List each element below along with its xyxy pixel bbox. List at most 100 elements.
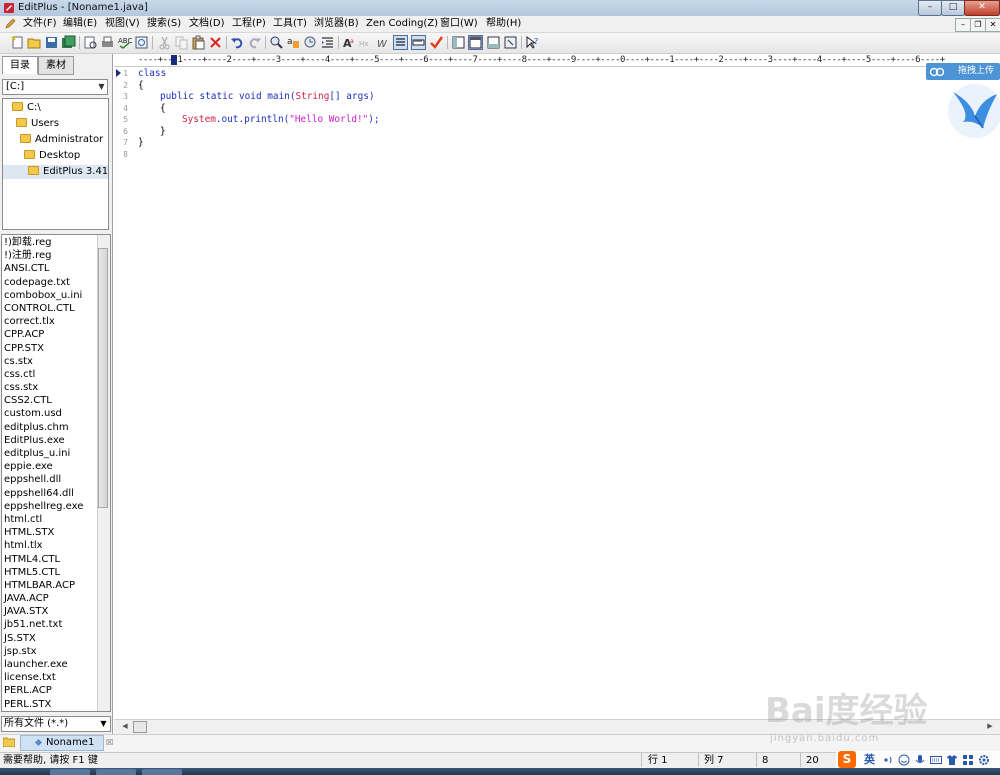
- menu-tools[interactable]: 工具(T): [273, 17, 307, 31]
- file-list-item[interactable]: PERL.ACP: [2, 684, 110, 697]
- menu-view[interactable]: 视图(V): [105, 17, 140, 31]
- code-line-1[interactable]: class: [138, 68, 166, 80]
- title-bar[interactable]: [0, 0, 1000, 17]
- file-list-item[interactable]: editplus.chm: [2, 421, 110, 434]
- mdi-minimize-button[interactable]: –: [955, 18, 971, 32]
- tree-folder-administrator[interactable]: Administrator: [3, 133, 108, 147]
- file-list-item[interactable]: css.stx: [2, 381, 110, 394]
- maximize-button[interactable]: □: [941, 0, 965, 16]
- menu-file[interactable]: 文件(F): [23, 17, 57, 31]
- tab-cliptext[interactable]: 素材: [38, 56, 74, 75]
- menu-edit[interactable]: 编辑(E): [63, 17, 97, 31]
- file-list-item[interactable]: jsp.stx: [2, 645, 110, 658]
- chevron-down-icon[interactable]: ▼: [96, 80, 107, 94]
- taskbar-app[interactable]: [142, 769, 182, 775]
- folder-icon[interactable]: [3, 737, 15, 747]
- code-line-2[interactable]: {: [138, 80, 144, 92]
- menu-help[interactable]: 帮助(H): [486, 17, 521, 31]
- file-list-item[interactable]: JS.STX: [2, 632, 110, 645]
- taskbar-app[interactable]: [96, 769, 136, 775]
- file-list-item[interactable]: HTML4.CTL: [2, 553, 110, 566]
- file-list-item[interactable]: CPP.ACP: [2, 328, 110, 341]
- code-line-7[interactable]: }: [138, 137, 144, 149]
- file-list-item[interactable]: HTML5.CTL: [2, 566, 110, 579]
- editplus-app-icon[interactable]: [3, 2, 15, 14]
- taskbar-app[interactable]: [50, 769, 90, 775]
- output-icon[interactable]: [486, 35, 501, 50]
- file-list-item[interactable]: correct.tlx: [2, 315, 110, 328]
- file-list-item[interactable]: PERL.STX: [2, 698, 110, 711]
- punctuation-icon[interactable]: [882, 754, 894, 766]
- mdi-close-button[interactable]: ✕: [985, 18, 1000, 32]
- code-line-5[interactable]: System.out.println("Hello World!");: [182, 114, 380, 126]
- file-list-item[interactable]: launcher.exe: [2, 658, 110, 671]
- file-list-item[interactable]: JAVA.ACP: [2, 592, 110, 605]
- check-icon[interactable]: [429, 35, 444, 50]
- save-all-icon[interactable]: [61, 35, 76, 50]
- file-list-item[interactable]: eppshellreg.exe: [2, 500, 110, 513]
- skin-icon[interactable]: [946, 754, 958, 766]
- file-list-item[interactable]: license.txt: [2, 671, 110, 684]
- toolbar-toggle-button[interactable]: [468, 35, 483, 50]
- file-list-item[interactable]: codepage.txt: [2, 276, 110, 289]
- new-file-icon[interactable]: [10, 35, 25, 50]
- file-list-item[interactable]: JAVA.STX: [2, 605, 110, 618]
- file-list-item[interactable]: combobox_u.ini: [2, 289, 110, 302]
- file-list-item[interactable]: cs.stx: [2, 355, 110, 368]
- code-line-6[interactable]: }: [160, 126, 166, 138]
- line-number-button[interactable]: [393, 35, 408, 50]
- file-list-item[interactable]: html.tlx: [2, 539, 110, 552]
- file-list-item[interactable]: eppie.exe: [2, 460, 110, 473]
- file-list-item[interactable]: custom.usd: [2, 407, 110, 420]
- spell-check-icon[interactable]: ABC: [117, 35, 132, 50]
- ime-language-toggle[interactable]: 英: [864, 753, 875, 767]
- font-icon[interactable]: Aa: [342, 35, 357, 50]
- menu-browser[interactable]: 浏览器(B): [314, 17, 359, 31]
- scroll-right-icon[interactable]: ▶: [985, 720, 995, 732]
- folder-tree[interactable]: C:\ Users Administrator Desktop EditPlus…: [2, 98, 109, 230]
- tree-folder-editplus[interactable]: EditPlus 3.41: [3, 165, 108, 179]
- word-wrap-icon[interactable]: W: [376, 35, 391, 50]
- hex-icon[interactable]: Hx: [359, 35, 374, 50]
- ruler-button[interactable]: [411, 35, 426, 50]
- menu-project[interactable]: 工程(P): [232, 17, 266, 31]
- chevron-down-icon[interactable]: ▼: [98, 717, 109, 731]
- print-icon[interactable]: [100, 35, 115, 50]
- menu-window[interactable]: 窗口(W): [440, 17, 478, 31]
- print-preview-icon[interactable]: [83, 35, 98, 50]
- tree-folder-users[interactable]: Users: [3, 117, 108, 131]
- panel-icon[interactable]: [451, 35, 466, 50]
- browser-icon[interactable]: [134, 35, 149, 50]
- open-icon[interactable]: [27, 35, 42, 50]
- tab-close-icon[interactable]: ☒: [106, 737, 113, 749]
- file-list-item[interactable]: CSS2.CTL: [2, 394, 110, 407]
- file-list-item[interactable]: editplus_u.ini: [2, 447, 110, 460]
- keyboard-icon[interactable]: [930, 754, 942, 766]
- file-list-item[interactable]: html.ctl: [2, 513, 110, 526]
- file-list-scroll-thumb[interactable]: [98, 248, 108, 508]
- close-button[interactable]: ✕: [964, 0, 1000, 16]
- indent-icon[interactable]: [320, 35, 335, 50]
- minimize-button[interactable]: –: [918, 0, 942, 16]
- file-list-item[interactable]: !)卸载.reg: [2, 236, 110, 249]
- mdi-restore-button[interactable]: ❐: [970, 18, 986, 32]
- file-list-item[interactable]: HTMLBAR.ACP: [2, 579, 110, 592]
- microphone-icon[interactable]: [914, 754, 926, 766]
- emoji-icon[interactable]: [898, 754, 910, 766]
- save-icon[interactable]: [44, 35, 59, 50]
- replace-icon[interactable]: a: [286, 35, 301, 50]
- help-icon[interactable]: ?: [525, 35, 540, 50]
- menu-document[interactable]: 文档(D): [189, 17, 225, 31]
- undo-icon[interactable]: [230, 35, 245, 50]
- scroll-left-icon[interactable]: ◀: [120, 720, 130, 732]
- goto-icon[interactable]: [303, 35, 318, 50]
- bird-icon[interactable]: [945, 82, 1000, 140]
- settings-icon[interactable]: [978, 754, 990, 766]
- delete-icon[interactable]: [208, 35, 223, 50]
- pen-icon[interactable]: [4, 18, 16, 30]
- file-list-item[interactable]: !)注册.reg: [2, 249, 110, 262]
- paste-icon[interactable]: [191, 35, 206, 50]
- find-icon[interactable]: [269, 35, 284, 50]
- code-line-3[interactable]: public static void main(String[] args): [160, 91, 375, 103]
- horizontal-scroll-thumb[interactable]: [133, 721, 147, 733]
